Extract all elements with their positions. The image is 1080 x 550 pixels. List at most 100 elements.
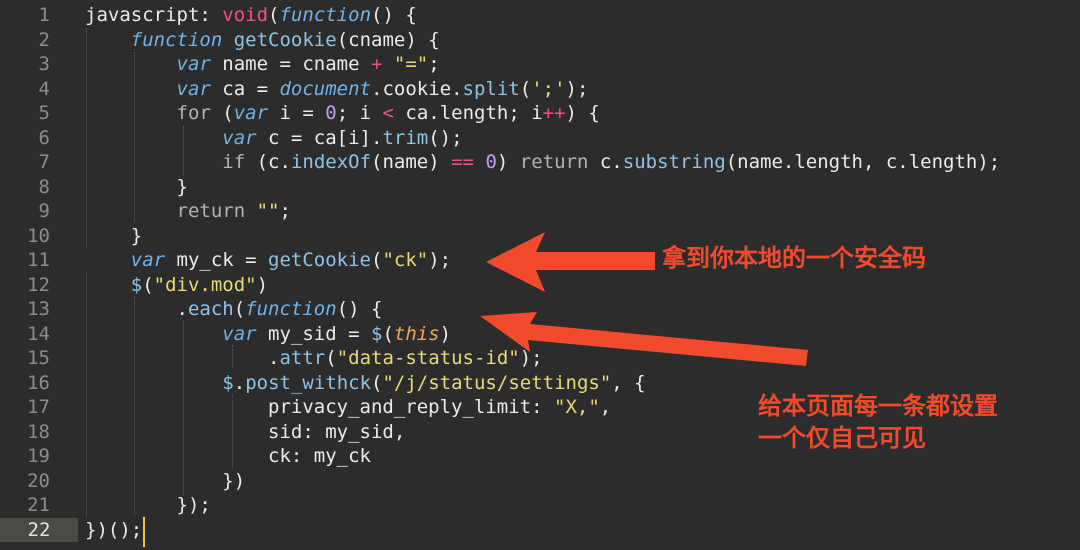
- code-token: <: [382, 102, 394, 124]
- code-line-6[interactable]: 6 var c = ca[i].trim();: [0, 126, 1080, 151]
- code-line-21[interactable]: 21 });: [0, 493, 1080, 518]
- code-line-4[interactable]: 4 var ca = document.cookie.split(';');: [0, 77, 1080, 102]
- code-token: c.: [588, 151, 623, 173]
- line-number: 12: [27, 273, 50, 296]
- code-token: "X,": [554, 396, 600, 418]
- code-token: .: [233, 371, 246, 394]
- code-editor[interactable]: 1 javascript: void(function() {2 function…: [0, 0, 1080, 550]
- code-text[interactable]: .attr("data-status-id");: [85, 346, 543, 371]
- code-token: (name): [371, 151, 452, 173]
- code-token: attr: [279, 347, 326, 369]
- code-line-5[interactable]: 5 for (var i = 0; i < ca.length; i++) {: [0, 101, 1080, 126]
- code-line-14[interactable]: 14 var my_sid = $(this): [0, 322, 1080, 347]
- code-token: $: [130, 273, 143, 296]
- code-text[interactable]: var my_sid = $(this): [85, 322, 451, 347]
- code-token: (: [210, 102, 234, 124]
- code-text[interactable]: }: [85, 224, 142, 249]
- indent-guide: [134, 52, 135, 222]
- code-line-9[interactable]: 9 return "";: [0, 199, 1080, 224]
- line-number: 6: [38, 126, 50, 149]
- code-line-22[interactable]: 22})();: [0, 517, 1080, 543]
- indent-guide: [232, 345, 233, 367]
- code-line-7[interactable]: 7 if (c.indexOf(name) == 0) return c.sub…: [0, 150, 1080, 175]
- code-text[interactable]: for (var i = 0; i < ca.length; i++) {: [85, 101, 600, 126]
- code-text[interactable]: }): [85, 469, 245, 494]
- code-text[interactable]: if (c.indexOf(name) == 0) return c.subst…: [85, 150, 1000, 175]
- code-text[interactable]: var name = cname + "=";: [85, 52, 440, 77]
- code-token: var: [233, 102, 269, 124]
- code-text[interactable]: ck: my_ck: [85, 444, 371, 469]
- code-text[interactable]: $.post_withck("/j/status/settings", {: [85, 371, 646, 396]
- line-number: 14: [27, 322, 50, 345]
- code-token: each: [187, 298, 234, 320]
- code-token: () {: [336, 298, 383, 320]
- code-token: (: [371, 371, 383, 394]
- code-line-3[interactable]: 3 var name = cname + "=";: [0, 52, 1080, 77]
- line-number: 17: [27, 396, 50, 418]
- code-token: "/j/status/settings": [382, 371, 612, 394]
- code-token: getCookie: [268, 249, 371, 271]
- code-text[interactable]: function getCookie(cname) {: [85, 28, 440, 53]
- code-token: cookie.: [382, 77, 463, 100]
- line-number: 21: [27, 494, 50, 516]
- annotation-privacy-line2: 一个仅自己可见: [758, 424, 926, 452]
- code-text[interactable]: var my_ck = getCookie("ck");: [85, 248, 451, 273]
- code-line-15[interactable]: 15 .attr("data-status-id");: [0, 346, 1080, 371]
- code-token: trim: [382, 126, 429, 149]
- code-token: ,: [599, 396, 612, 418]
- code-token: ): [439, 322, 452, 345]
- code-token: return: [176, 200, 246, 222]
- line-number: 11: [27, 249, 50, 271]
- code-token: );: [519, 347, 543, 369]
- code-line-2[interactable]: 2 function getCookie(cname) {: [0, 28, 1080, 53]
- code-text[interactable]: privacy_and_reply_limit: "X,",: [85, 395, 611, 420]
- indent-guide: [183, 126, 184, 176]
- code-text[interactable]: $("div.mod"): [85, 273, 268, 298]
- code-text[interactable]: }: [85, 175, 188, 200]
- code-text[interactable]: });: [85, 493, 211, 518]
- code-token: }: [85, 175, 188, 198]
- code-line-8[interactable]: 8 }: [0, 175, 1080, 200]
- code-token: ++: [542, 102, 566, 124]
- code-token: my_sid =: [256, 322, 371, 345]
- code-token: ): [256, 273, 269, 296]
- code-token: 0: [485, 151, 497, 173]
- code-token: "=": [393, 53, 429, 75]
- code-line-13[interactable]: 13 .each(function() {: [0, 297, 1080, 322]
- code-token: privacy_and_reply_limit:: [85, 396, 554, 418]
- code-token: return: [519, 151, 589, 173]
- code-text[interactable]: .each(function() {: [85, 297, 383, 322]
- code-line-1[interactable]: 1 javascript: void(function() {: [0, 3, 1080, 28]
- code-text[interactable]: })();: [85, 518, 142, 543]
- code-token: (: [325, 347, 337, 369]
- code-token: })();: [85, 518, 143, 541]
- code-token: if: [222, 151, 246, 173]
- text-cursor: [143, 517, 145, 547]
- code-line-20[interactable]: 20 }): [0, 469, 1080, 494]
- code-text[interactable]: var c = ca[i].trim();: [85, 126, 462, 151]
- code-token: (name.length, c.length);: [725, 151, 1001, 173]
- code-token: substring: [622, 151, 726, 173]
- code-token: , {: [611, 371, 646, 394]
- code-token: i =: [268, 102, 326, 124]
- code-line-12[interactable]: 12 $("div.mod"): [0, 273, 1080, 298]
- code-token: $: [222, 371, 234, 394]
- code-token: (c.: [245, 151, 291, 173]
- code-text[interactable]: var ca = document.cookie.split(';');: [85, 77, 589, 102]
- code-token: var: [222, 322, 257, 345]
- code-token: ==: [451, 151, 474, 173]
- code-token: var: [176, 77, 211, 100]
- code-text[interactable]: return "";: [85, 199, 291, 224]
- code-token: }): [85, 469, 246, 492]
- indent-guide: [232, 394, 233, 469]
- code-text[interactable]: javascript: void(function() {: [85, 3, 417, 28]
